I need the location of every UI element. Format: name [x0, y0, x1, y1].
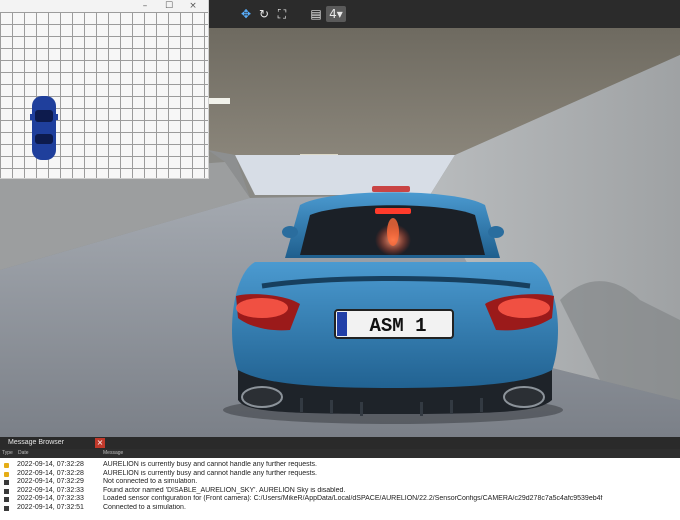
- list-item[interactable]: 2022-09-14, 07:32:28 AURELION is current…: [0, 470, 680, 479]
- info-icon: [4, 480, 9, 486]
- column-message[interactable]: Message: [103, 449, 123, 458]
- info-icon: [4, 505, 9, 511]
- fullscreen-icon[interactable]: ⛶: [274, 6, 290, 22]
- refresh-icon[interactable]: ↻: [256, 6, 272, 22]
- list-item[interactable]: 2022-09-14, 07:32:28 AURELION is current…: [0, 461, 680, 470]
- message-text: Connected to a simulation.: [103, 503, 186, 511]
- list-item[interactable]: 2022-09-14, 07:32:29 Not connected to a …: [0, 478, 680, 487]
- message-list[interactable]: 2022-09-14, 07:32:28 AURELION is current…: [0, 458, 680, 520]
- window-titlebar[interactable]: – ☐ ×: [0, 0, 208, 12]
- message-browser-title: Message Browser: [8, 439, 65, 446]
- message-date: 2022-09-14, 07:32:29: [17, 478, 84, 486]
- viewport-toolbar: ✥ ↻ ⛶ ▤ 4▾: [208, 0, 680, 28]
- info-icon: [4, 488, 9, 494]
- message-text: Not connected to a simulation.: [103, 478, 198, 486]
- close-icon[interactable]: ×: [95, 438, 105, 448]
- message-text: Loaded sensor configuration for (Front c…: [103, 495, 603, 503]
- message-date: 2022-09-14, 07:32:33: [17, 486, 84, 494]
- message-date: 2022-09-14, 07:32:33: [17, 495, 84, 503]
- maximize-button[interactable]: ☐: [160, 0, 178, 12]
- list-item[interactable]: 2022-09-14, 07:32:51 Connected to a simu…: [0, 504, 680, 513]
- message-text: AURELION is currently busy and cannot ha…: [103, 469, 317, 477]
- message-columns-header: Type Date Message: [0, 449, 680, 458]
- save-icon[interactable]: ▤: [308, 6, 324, 22]
- vehicle-marker[interactable]: [30, 94, 58, 162]
- message-text: AURELION is currently busy and cannot ha…: [103, 461, 317, 468]
- license-plate: ASM 1: [334, 309, 454, 339]
- column-date[interactable]: Date: [18, 449, 29, 458]
- list-item[interactable]: 2022-09-14, 07:32:33 Found actor named '…: [0, 487, 680, 496]
- top-view-grid[interactable]: [0, 12, 208, 178]
- minimize-button[interactable]: –: [136, 0, 154, 12]
- message-date: 2022-09-14, 07:32:28: [17, 469, 84, 477]
- close-button[interactable]: ×: [184, 0, 202, 12]
- top-view-window[interactable]: – ☐ ×: [0, 0, 209, 179]
- message-text: Found actor named 'DISABLE_AURELION_SKY'…: [103, 486, 346, 494]
- move-icon[interactable]: ✥: [238, 6, 254, 22]
- message-date: 2022-09-14, 07:32:28: [17, 461, 84, 468]
- license-plate-text: ASM 1: [369, 315, 426, 337]
- message-date: 2022-09-14, 07:32:51: [17, 503, 84, 511]
- warning-icon: [4, 463, 9, 468]
- info-icon: [4, 497, 9, 503]
- 3d-viewport[interactable]: ASM 1 ✥ ↻ ⛶ ▤ 4▾ – ☐ ×: [0, 0, 680, 437]
- message-browser-header: Message Browser ×: [0, 437, 680, 449]
- layout-menu-icon[interactable]: 4▾: [326, 6, 346, 22]
- warning-icon: [4, 471, 9, 477]
- column-type[interactable]: Type: [2, 449, 13, 458]
- list-item[interactable]: 2022-09-14, 07:32:33 Loaded sensor confi…: [0, 495, 680, 504]
